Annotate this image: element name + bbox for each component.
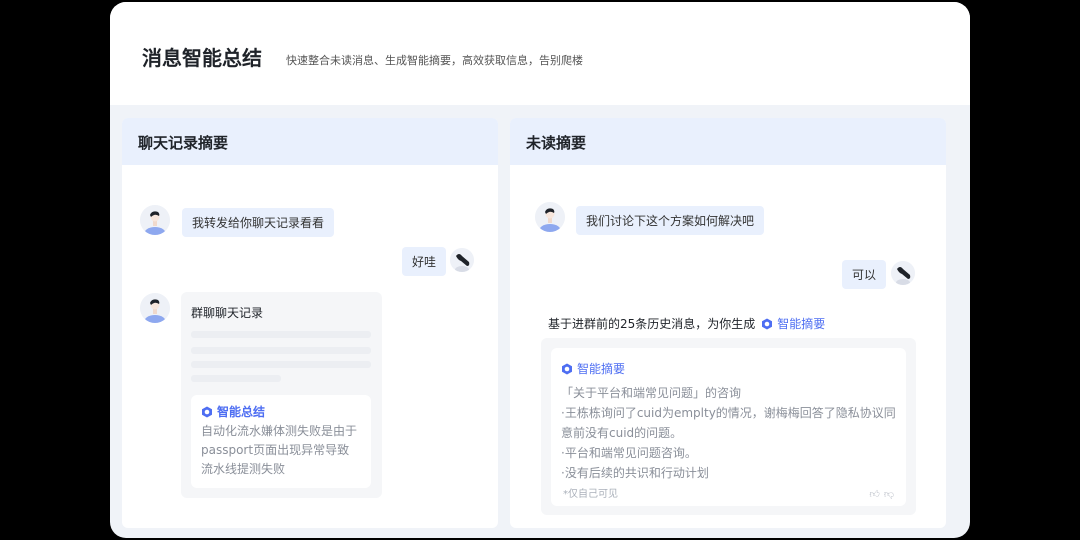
summary-card: 智能摘要 「关于平台和端常见问题」的咨询 ·王栋栋询问了cuid为emplty的… (541, 338, 916, 515)
page-subtitle: 快速整合未读消息、生成智能摘要，高效获取信息，告别爬楼 (286, 54, 583, 67)
avatar (140, 205, 170, 235)
chat-summary-panel: 聊天记录摘要 我转发给你聊天记录看看 好哇 群聊聊天记录 智能总结 自动化流水嫌… (122, 118, 498, 528)
message-bubble: 我转发给你聊天记录看看 (182, 208, 335, 237)
summary-line: ·没有后续的共识和行动计划 (561, 466, 709, 480)
reply-bubble: 可以 (842, 260, 887, 289)
avatar (535, 202, 565, 232)
placeholder-line (191, 361, 371, 368)
summary-lines: 「关于平台和端常见问题」的咨询 ·王栋栋询问了cuid为emplty的情况，谢梅… (561, 383, 896, 483)
placeholder-line (191, 347, 371, 354)
summary-intro-text: 基于进群前的25条历史消息，为你生成 (548, 317, 756, 331)
thumbs-down-icon[interactable]: 👎︎ (884, 488, 894, 500)
avatar (891, 261, 915, 285)
panel-title: 聊天记录摘要 (122, 118, 498, 165)
avatar (450, 248, 474, 272)
placeholder-line (191, 331, 371, 338)
header: 消息智能总结 快速整合未读消息、生成智能摘要，高效获取信息，告别爬楼 (110, 2, 970, 105)
ai-summary-label: 智能总结 (217, 405, 266, 419)
message-bubble: 我们讨论下这个方案如何解决吧 (576, 206, 765, 235)
forwarded-chat-card[interactable]: 群聊聊天记录 智能总结 自动化流水嫌体测失败是由于passport页面出现异常导… (181, 292, 382, 498)
summary-line: 「关于平台和端常见问题」的咨询 (561, 386, 742, 400)
ai-summary-box: 智能总结 自动化流水嫌体测失败是由于passport页面出现异常导致流水线提测失… (191, 395, 371, 488)
placeholder-line (191, 375, 281, 382)
summary-intro: 基于进群前的25条历史消息，为你生成 智能摘要 (548, 315, 825, 332)
feature-card: 消息智能总结 快速整合未读消息、生成智能摘要，高效获取信息，告别爬楼 聊天记录摘… (110, 2, 970, 538)
ai-summary-box: 智能摘要 「关于平台和端常见问题」的咨询 ·王栋栋询问了cuid为emplty的… (551, 348, 906, 506)
thumbs-up-icon[interactable]: 👍︎ (869, 488, 879, 500)
group-chat-title: 群聊聊天记录 (191, 306, 264, 320)
ai-summary-text: 自动化流水嫌体测失败是由于passport页面出现异常导致流水线提测失败 (201, 424, 358, 476)
summary-line: ·平台和端常见问题咨询。 (561, 446, 697, 460)
reply-bubble: 好哇 (402, 247, 447, 276)
summary-line: ·王栋栋询问了cuid为emplty的情况，谢梅梅回答了隐私协议同意前没有cui… (561, 406, 896, 440)
ai-hexagon-icon (561, 363, 573, 375)
ai-hexagon-icon (201, 406, 213, 418)
ai-summary-link[interactable]: 智能摘要 (777, 315, 825, 332)
page-title: 消息智能总结 (142, 46, 262, 70)
ai-hexagon-icon (761, 318, 773, 330)
panel-title: 未读摘要 (510, 118, 946, 165)
visibility-note: *仅自己可见 (563, 489, 618, 500)
unread-summary-panel: 未读摘要 我们讨论下这个方案如何解决吧 可以 基于进群前的25条历史消息，为你生… (510, 118, 946, 528)
ai-summary-label: 智能摘要 (577, 362, 626, 376)
avatar (140, 293, 170, 323)
